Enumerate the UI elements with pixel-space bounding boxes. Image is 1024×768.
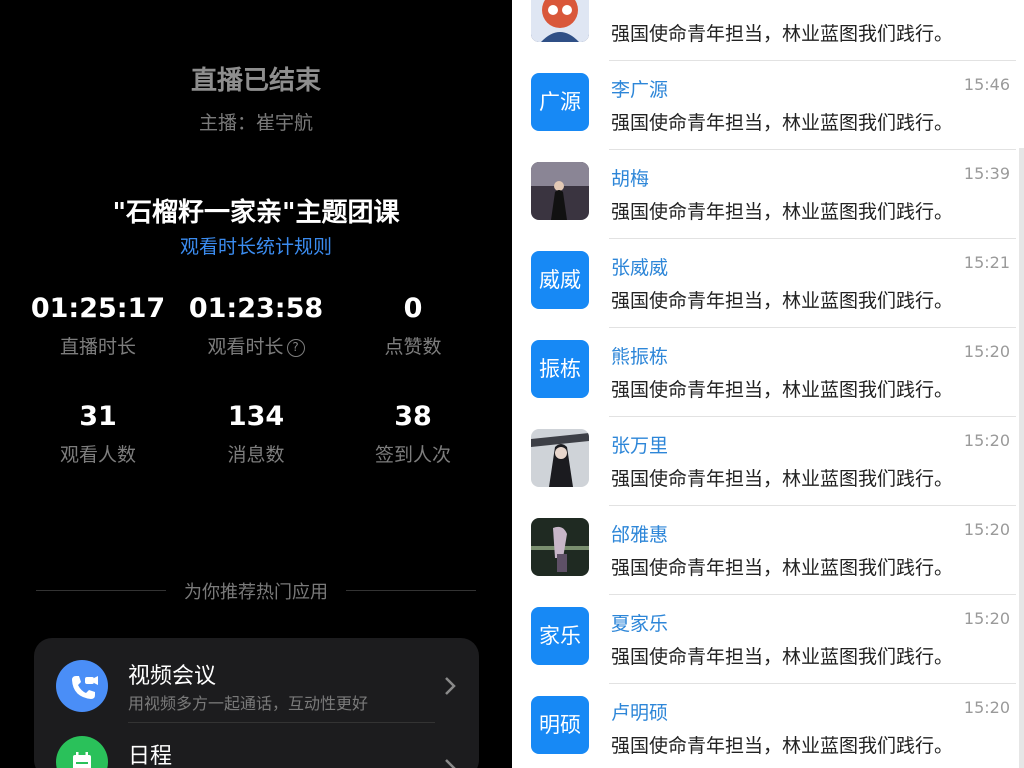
message-content: 强国使命青年担当，林业蓝图我们践行。 xyxy=(611,468,954,490)
stat-value: 31 xyxy=(79,401,117,432)
message-time: 15:39 xyxy=(963,164,1010,183)
message-content: 强国使命青年担当，林业蓝图我们践行。 xyxy=(611,23,954,45)
stat-value: 0 xyxy=(403,293,423,324)
stat-label: 观看时长 xyxy=(207,336,284,358)
stat-value: 134 xyxy=(227,401,285,432)
avatar xyxy=(531,0,589,42)
stat-viewers: 31 观看人数 xyxy=(18,400,178,468)
live-summary-panel: 直播已结束 主播：崔宇航 "石榴籽一家亲"主题团课 观看时长统计规则 01:25… xyxy=(0,0,512,768)
avatar: 家乐 xyxy=(531,607,589,665)
message-time: 15:20 xyxy=(963,342,1010,361)
stat-label: 直播时长 xyxy=(59,336,136,358)
stat-messages: 134 消息数 xyxy=(176,400,336,468)
video-call-icon xyxy=(56,660,108,712)
stat-value: 38 xyxy=(394,401,432,432)
message-time: 15:20 xyxy=(963,698,1010,717)
avatar xyxy=(531,518,589,576)
sender-name: 卢明硕 xyxy=(611,702,669,724)
sender-name: 熊振栋 xyxy=(611,346,669,368)
calendar-icon xyxy=(56,736,108,768)
avatar: 威威 xyxy=(531,251,589,309)
list-item[interactable]: 邰雅惠 15:20 强国使命青年担当，林业蓝图我们践行。 xyxy=(512,506,1024,595)
avatar: 广源 xyxy=(531,73,589,131)
sender-name: 胡梅 xyxy=(611,168,650,190)
stat-live-duration: 01:25:17 直播时长 xyxy=(18,292,178,360)
message-time: 15:46 xyxy=(963,75,1010,94)
divider-right xyxy=(346,590,476,591)
list-item[interactable]: 张万里 15:20 强国使命青年担当，林业蓝图我们践行。 xyxy=(512,417,1024,506)
list-item[interactable]: 明硕 卢明硕 15:20 强国使命青年担当，林业蓝图我们践行。 xyxy=(512,684,1024,768)
avatar: 明硕 xyxy=(531,696,589,754)
sender-name: 夏家乐 xyxy=(611,613,669,635)
stat-value: 01:23:58 xyxy=(188,293,324,324)
avatar xyxy=(531,429,589,487)
app-video-meeting[interactable]: 视频会议 用视频多方一起通话，互动性更好 xyxy=(34,638,479,722)
list-item[interactable]: 强国使命青年担当，林业蓝图我们践行。 xyxy=(512,0,1024,61)
sender-name: 张威威 xyxy=(611,257,669,279)
chevron-right-icon xyxy=(445,677,456,695)
list-item[interactable]: 威威 张威威 15:21 强国使命青年担当，林业蓝图我们践行。 xyxy=(512,239,1024,328)
message-time: 15:20 xyxy=(963,520,1010,539)
chevron-right-icon xyxy=(445,759,456,768)
message-content: 强国使命青年担当，林业蓝图我们践行。 xyxy=(611,201,954,223)
list-item[interactable]: 胡梅 15:39 强国使命青年担当，林业蓝图我们践行。 xyxy=(512,150,1024,239)
message-content: 强国使命青年担当，林业蓝图我们践行。 xyxy=(611,379,954,401)
host-name: 主播：崔宇航 xyxy=(198,112,313,134)
stat-checkins: 38 签到人次 xyxy=(333,400,493,468)
message-content: 强国使命青年担当，林业蓝图我们践行。 xyxy=(611,112,954,134)
sender-name: 李广源 xyxy=(611,79,669,101)
avatar xyxy=(531,162,589,220)
recommend-apps-card: 视频会议 用视频多方一起通话，互动性更好 日程 xyxy=(34,638,479,768)
course-title: "石榴籽一家亲"主题团课 xyxy=(112,198,400,228)
app-name: 视频会议 xyxy=(128,664,217,689)
stat-label: 签到人次 xyxy=(374,444,451,466)
message-list[interactable]: 强国使命青年担当，林业蓝图我们践行。 广源 李广源 15:46 强国使命青年担当… xyxy=(512,0,1024,768)
stat-value: 01:25:17 xyxy=(30,293,166,324)
app-name: 日程 xyxy=(128,744,173,768)
stat-label: 点赞数 xyxy=(384,336,442,358)
message-time: 15:20 xyxy=(963,431,1010,450)
sender-name: 张万里 xyxy=(611,435,669,457)
sender-name: 邰雅惠 xyxy=(611,524,669,546)
message-content: 强国使命青年担当，林业蓝图我们践行。 xyxy=(611,646,954,668)
message-content: 强国使命青年担当，林业蓝图我们践行。 xyxy=(611,735,954,757)
app-calendar[interactable]: 日程 xyxy=(34,722,479,768)
app-desc: 用视频多方一起通话，互动性更好 xyxy=(128,694,369,713)
message-content: 强国使命青年担当，林业蓝图我们践行。 xyxy=(611,557,954,579)
live-ended-title: 直播已结束 xyxy=(190,66,321,96)
stat-watch-duration: 01:23:58 观看时长? xyxy=(176,292,336,360)
message-content: 强国使命青年担当，林业蓝图我们践行。 xyxy=(611,290,954,312)
list-item[interactable]: 广源 李广源 15:46 强国使命青年担当，林业蓝图我们践行。 xyxy=(512,61,1024,150)
list-item[interactable]: 振栋 熊振栋 15:20 强国使命青年担当，林业蓝图我们践行。 xyxy=(512,328,1024,417)
watch-time-rules-link[interactable]: 观看时长统计规则 xyxy=(0,232,512,259)
message-time: 15:21 xyxy=(963,253,1010,272)
question-circle-icon[interactable]: ? xyxy=(286,339,305,357)
scrollbar[interactable] xyxy=(1019,148,1024,768)
list-item[interactable]: 家乐 夏家乐 15:20 强国使命青年担当，林业蓝图我们践行。 xyxy=(512,595,1024,684)
avatar: 振栋 xyxy=(531,340,589,398)
stat-label: 观看人数 xyxy=(59,444,136,466)
stat-likes: 0 点赞数 xyxy=(333,292,493,360)
message-time: 15:20 xyxy=(963,609,1010,628)
stat-label: 消息数 xyxy=(227,444,285,466)
recommend-title: 为你推荐热门应用 xyxy=(184,582,328,603)
